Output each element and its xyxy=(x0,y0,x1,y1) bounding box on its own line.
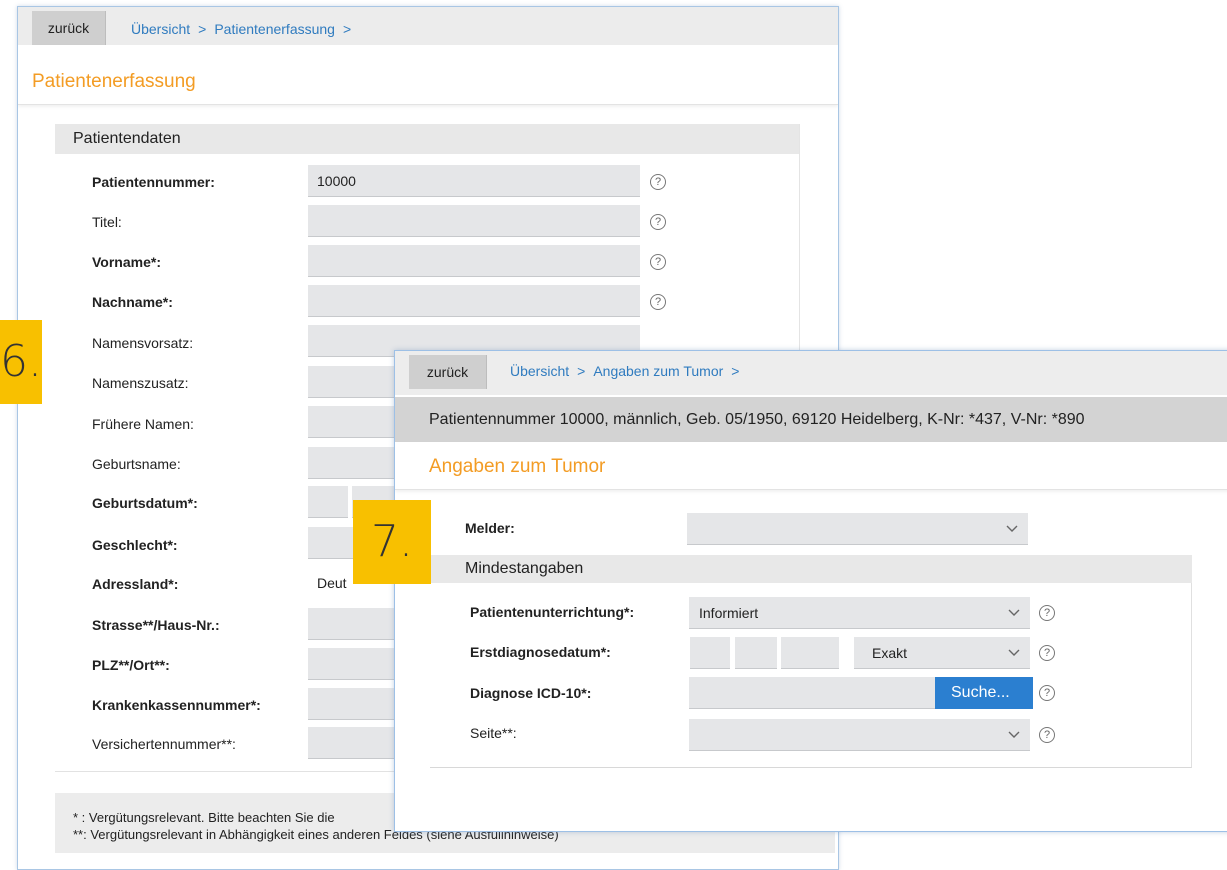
top-navigation-bar: zurück Übersicht > Angaben zum Tumor > xyxy=(395,351,1227,395)
page-header: Patientenerfassung xyxy=(18,45,838,105)
breadcrumb: Übersicht > Patientenerfassung > xyxy=(131,21,359,37)
breadcrumb-chevron-icon: > xyxy=(577,363,586,379)
erstdiagnose-day-field[interactable] xyxy=(690,637,730,669)
help-circle-icon[interactable]: ? xyxy=(1039,605,1055,621)
label-titel: Titel: xyxy=(92,214,122,230)
nachname-field[interactable] xyxy=(308,285,640,317)
versichertennummer-field[interactable] xyxy=(308,727,408,759)
back-button[interactable]: zurück xyxy=(32,11,106,45)
step-badge-7: 7. xyxy=(353,500,431,584)
label-vorname: Vorname*: xyxy=(92,254,161,270)
erstdiagnose-year-field[interactable] xyxy=(781,637,839,669)
patientenunterrichtung-value: Informiert xyxy=(699,605,759,621)
label-erstdiagnosedatum: Erstdiagnosedatum*: xyxy=(470,644,611,660)
page-title: Patientenerfassung xyxy=(32,71,196,92)
section-title: Patientendaten xyxy=(55,124,799,154)
label-geschlecht: Geschlecht*: xyxy=(92,537,178,553)
chevron-down-icon xyxy=(1008,649,1020,656)
titel-field[interactable] xyxy=(308,205,640,237)
label-krankenkassennummer: Krankenkassennummer*: xyxy=(92,697,261,713)
geburtsdatum-day-field[interactable] xyxy=(308,486,348,518)
plz-field[interactable] xyxy=(308,648,408,680)
label-diagnose-icd10: Diagnose ICD-10*: xyxy=(470,685,592,701)
help-circle-icon[interactable]: ? xyxy=(1039,727,1055,743)
seite-select[interactable] xyxy=(689,719,1030,751)
angaben-zum-tumor-window: zurück Übersicht > Angaben zum Tumor > Pati… xyxy=(394,350,1227,832)
patient-info-bar: Patientennummer 10000, männlich, Geb. 05… xyxy=(395,397,1227,442)
label-fruehere-namen: Frühere Namen: xyxy=(92,416,194,432)
namenszusatz-field[interactable] xyxy=(308,366,408,398)
vorname-field[interactable] xyxy=(308,245,640,277)
strasse-field[interactable] xyxy=(308,608,408,640)
step-badge-6: 6. xyxy=(0,320,42,404)
breadcrumb-chevron-icon: > xyxy=(731,363,740,379)
chevron-down-icon xyxy=(1008,609,1020,616)
page-title: Angaben zum Tumor xyxy=(429,456,606,477)
label-namenszusatz: Namenszusatz: xyxy=(92,375,189,391)
diagnose-icd10-field[interactable] xyxy=(689,677,935,709)
help-circle-icon[interactable]: ? xyxy=(650,214,666,230)
page-header: Angaben zum Tumor xyxy=(395,442,1227,490)
help-circle-icon[interactable]: ? xyxy=(650,174,666,190)
label-geburtsdatum: Geburtsdatum*: xyxy=(92,495,198,511)
patientennummer-field[interactable]: 10000 xyxy=(308,165,640,197)
melder-select[interactable] xyxy=(687,513,1028,545)
label-versichertennummer: Versichertennummer**: xyxy=(92,736,236,752)
label-nachname: Nachname*: xyxy=(92,294,173,310)
label-geburtsname: Geburtsname: xyxy=(92,456,181,472)
breadcrumb-link-uebersicht[interactable]: Übersicht xyxy=(510,363,569,379)
erstdiagnose-precision-value: Exakt xyxy=(872,645,908,661)
search-button[interactable]: Suche... xyxy=(935,677,1033,709)
section-title: Mindestangaben xyxy=(430,555,1192,583)
geburtsname-field[interactable] xyxy=(308,447,408,479)
label-seite: Seite**: xyxy=(470,725,517,741)
erstdiagnose-precision-select[interactable]: Exakt xyxy=(854,637,1030,669)
breadcrumb-link-angaben-zum-tumor[interactable]: Angaben zum Tumor xyxy=(593,363,723,379)
label-patientennummer: Patientennummer: xyxy=(92,174,215,190)
label-strasse: Strasse**/Haus-Nr.: xyxy=(92,617,220,633)
help-circle-icon[interactable]: ? xyxy=(1039,685,1055,701)
breadcrumb-chevron-icon: > xyxy=(198,21,207,37)
breadcrumb-chevron-icon: > xyxy=(342,21,352,37)
help-circle-icon[interactable]: ? xyxy=(1039,645,1055,661)
help-circle-icon[interactable]: ? xyxy=(650,294,666,310)
erstdiagnose-month-field[interactable] xyxy=(735,637,777,669)
krankenkassennummer-field[interactable] xyxy=(308,688,408,720)
fruehere-namen-field[interactable] xyxy=(308,406,408,438)
label-plz-ort: PLZ**/Ort**: xyxy=(92,657,170,673)
back-button[interactable]: zurück xyxy=(409,355,487,389)
chevron-down-icon xyxy=(1008,731,1020,738)
label-namensvorsatz: Namensvorsatz: xyxy=(92,335,194,351)
breadcrumb-link-patientenerfassung[interactable]: Patientenerfassung xyxy=(214,21,335,37)
label-adressland: Adressland*: xyxy=(92,576,179,592)
help-circle-icon[interactable]: ? xyxy=(650,254,666,270)
patientenunterrichtung-select[interactable]: Informiert xyxy=(689,597,1030,629)
top-navigation-bar: zurück Übersicht > Patientenerfassung > xyxy=(18,7,838,45)
label-melder: Melder: xyxy=(465,520,515,536)
chevron-down-icon xyxy=(1006,525,1018,532)
breadcrumb: Übersicht > Angaben zum Tumor > xyxy=(510,363,747,379)
breadcrumb-link-uebersicht[interactable]: Übersicht xyxy=(131,21,190,37)
label-patientenunterrichtung: Patientenunterrichtung*: xyxy=(470,604,635,620)
